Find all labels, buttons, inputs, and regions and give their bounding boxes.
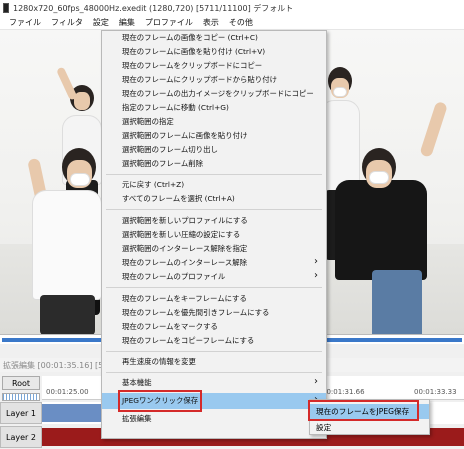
menu-settings[interactable]: 設定 [88, 17, 114, 28]
menu-item-frame-profile[interactable]: 現在のフレームのプロファイル [102, 269, 326, 283]
menu-item-copy-to-clipboard[interactable]: 現在のフレームをクリップボードにコピー [102, 59, 326, 72]
ruler-tick: 00:01:33.33 [414, 388, 457, 396]
menu-item-keyframe[interactable]: 現在のフレームをキーフレームにする [102, 292, 326, 305]
menu-separator [106, 351, 322, 352]
menu-item-paste-selection[interactable]: 選択範囲のフレームに画像を貼り付け [102, 129, 326, 142]
menu-item-paste-from-clipboard[interactable]: 現在のフレームにクリップボードから貼り付け [102, 73, 326, 86]
title-bar: 1280x720_60fps_48000Hz.exedit (1280,720)… [0, 0, 464, 16]
menu-separator [106, 372, 322, 373]
menu-other[interactable]: その他 [224, 17, 258, 28]
menu-item-basic-functions[interactable]: 基本機能 [102, 375, 326, 389]
menu-file[interactable]: ファイル [4, 17, 46, 28]
menu-item-copy-frame[interactable]: 現在のフレームをコピーフレームにする [102, 334, 326, 347]
menu-profile[interactable]: プロファイル [140, 17, 198, 28]
window-title: 1280x720_60fps_48000Hz.exedit (1280,720)… [13, 3, 294, 13]
ruler-tick: 00:01:25.00 [46, 388, 89, 396]
menu-separator [106, 287, 322, 288]
menu-item-delete-selection[interactable]: 選択範囲のフレーム削除 [102, 157, 326, 170]
menu-item-playback-speed[interactable]: 再生速度の情報を変更 [102, 355, 326, 368]
menu-item-new-profile[interactable]: 選択範囲を新しいプロファイルにする [102, 214, 326, 227]
layer-2-label[interactable]: Layer 2 [0, 426, 42, 448]
ruler-tick: 00:01:31.66 [322, 388, 365, 396]
menu-filter[interactable]: フィルタ [46, 17, 88, 28]
menu-item-set-selection[interactable]: 選択範囲の指定 [102, 115, 326, 128]
timeline-overview[interactable] [2, 393, 40, 401]
menu-bar: ファイル フィルタ 設定 編集 プロファイル 表示 その他 [0, 16, 464, 30]
context-menu: 現在のフレームの画像をコピー (Ctrl+C) 現在のフレームに画像を貼り付け … [101, 30, 327, 439]
menu-edit[interactable]: 編集 [114, 17, 140, 28]
submenu-item-settings[interactable]: 設定 [310, 420, 429, 435]
menu-item-mark-frame[interactable]: 現在のフレームをマークする [102, 320, 326, 333]
menu-item-select-all[interactable]: すべてのフレームを選択 (Ctrl+A) [102, 192, 326, 205]
menu-item-copy-output-image[interactable]: 現在のフレームの出力イメージをクリップボードにコピー [102, 87, 326, 100]
root-button[interactable]: Root [2, 376, 40, 390]
menu-view[interactable]: 表示 [198, 17, 224, 28]
menu-item-priority-drop[interactable]: 現在のフレームを優先間引きフレームにする [102, 306, 326, 319]
menu-item-goto-frame[interactable]: 指定のフレームに移動 (Ctrl+G) [102, 101, 326, 114]
menu-item-new-compression[interactable]: 選択範囲を新しい圧縮の設定にする [102, 228, 326, 241]
app-icon [3, 3, 9, 13]
menu-item-cut-selection[interactable]: 選択範囲のフレーム切り出し [102, 143, 326, 156]
menu-separator [106, 209, 322, 210]
highlight-annotation-jpeg [118, 390, 202, 412]
layer-1-label[interactable]: Layer 1 [0, 402, 42, 424]
menu-item-deinterlace-frame[interactable]: 現在のフレームのインターレース解除 [102, 255, 326, 269]
menu-item-undo[interactable]: 元に戻す (Ctrl+Z) [102, 178, 326, 191]
menu-item-extended-edit[interactable]: 拡張編集 [102, 412, 326, 425]
menu-separator [106, 174, 322, 175]
highlight-annotation-save-jpeg [308, 400, 419, 421]
menu-item-deinterlace-range[interactable]: 選択範囲のインターレース解除を指定 [102, 242, 326, 255]
menu-item-paste-frame-image[interactable]: 現在のフレームに画像を貼り付け (Ctrl+V) [102, 45, 326, 58]
menu-item-copy-frame-image[interactable]: 現在のフレームの画像をコピー (Ctrl+C) [102, 31, 326, 44]
